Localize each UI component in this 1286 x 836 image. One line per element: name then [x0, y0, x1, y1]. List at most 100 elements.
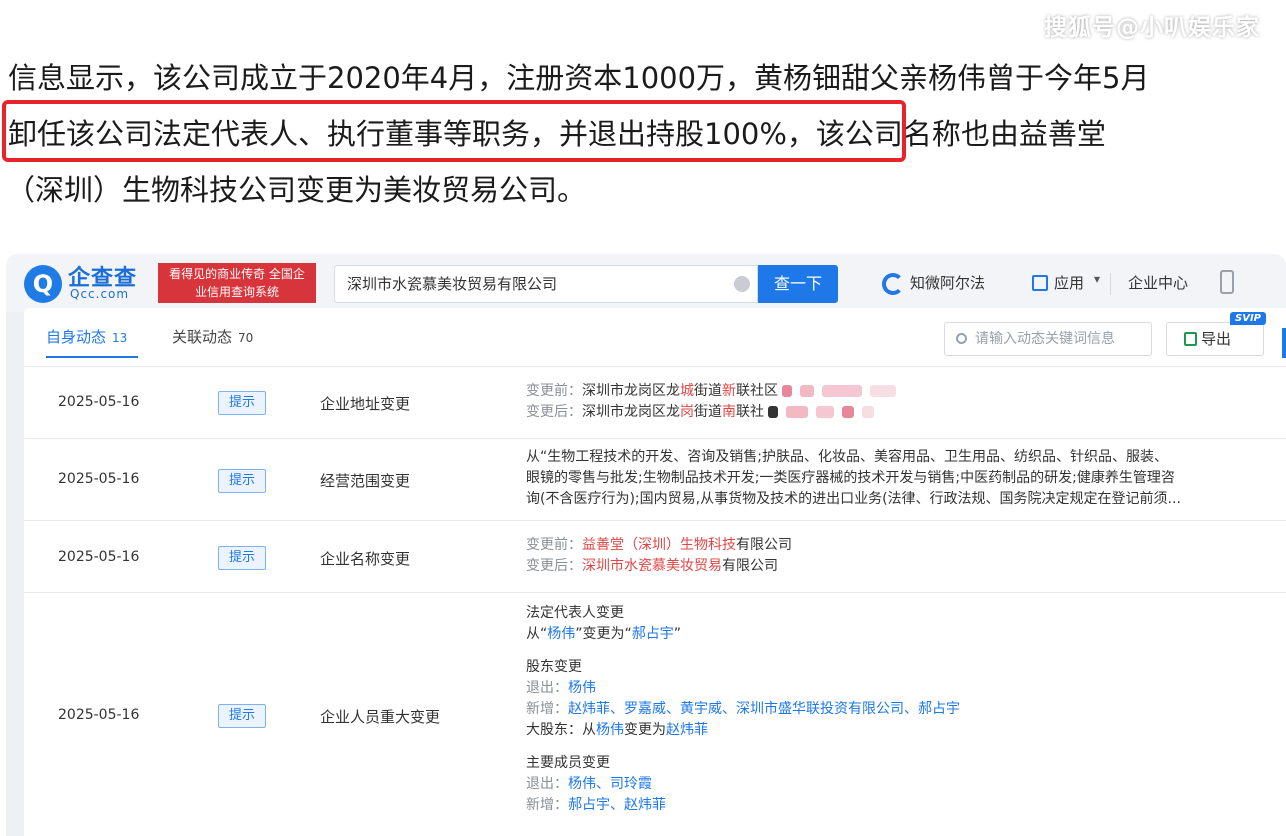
tip-badge[interactable]: 提示	[218, 391, 266, 415]
legal-text: 从“	[526, 626, 548, 642]
blurred-text	[816, 406, 835, 418]
tip-badge[interactable]: 提示	[218, 704, 266, 728]
apps-grid-icon[interactable]	[1032, 275, 1048, 291]
blurred-text	[800, 385, 815, 397]
add-label: 新增：	[526, 797, 568, 813]
scope-line: 询(不含医疗行为);国内贸易,从事货物及技术的进出口业务(法律、行政法规、国务院…	[526, 491, 1181, 507]
legal-rep-title: 法定代表人变更	[526, 605, 624, 621]
logo-domain: Qcc.com	[70, 287, 130, 301]
blurred-text	[870, 385, 897, 397]
scope-line: 从“生物工程技术的开发、咨询及销售;护肤品、化妆品、美容用品、卫生用品、纺织品、…	[526, 449, 1168, 465]
change-type: 企业地址变更	[320, 395, 411, 413]
after-diff: 深圳市水瓷慕美妆贸易	[582, 558, 722, 574]
change-detail: 变更前：深圳市龙岗区龙城街道新联社区 变更后：深圳市龙岗区龙岗街道南联社	[526, 381, 904, 423]
chevron-down-icon[interactable]: ▾	[1094, 272, 1100, 286]
legal-text: ”	[673, 626, 682, 642]
active-tab-indicator	[46, 356, 138, 358]
change-type: 企业人员重大变更	[320, 708, 441, 726]
change-date: 2025-05-16	[58, 471, 140, 487]
person-link[interactable]: 杨伟	[568, 680, 596, 696]
shareholder-title: 股东变更	[526, 659, 582, 675]
blurred-text	[842, 406, 855, 418]
change-date: 2025-05-16	[58, 707, 140, 723]
slogan-banner: 看得见的商业传奇 全国企业信用查询系统	[158, 263, 316, 303]
tip-badge[interactable]: 提示	[218, 469, 266, 493]
change-detail: 从“生物工程技术的开发、咨询及销售;护肤品、化妆品、美容用品、卫生用品、纺织品、…	[526, 447, 1181, 510]
change-date: 2025-05-16	[58, 549, 140, 565]
red-highlight-box	[2, 100, 906, 162]
tab-count: 13	[112, 331, 128, 345]
tab-label: 关联动态	[172, 328, 233, 346]
law-alpha-link[interactable]: 知微阿尔法	[910, 272, 985, 293]
table-row: 2025-05-16 提示 企业地址变更 变更前：深圳市龙岗区龙城街道新联社区 …	[24, 366, 1286, 438]
legal-text: ”变更为“	[575, 626, 632, 642]
apps-menu[interactable]: 应用	[1054, 272, 1084, 293]
before-diff: 新	[722, 383, 736, 399]
before-text: 街道	[694, 383, 722, 399]
top-nav-bar: Q 企查查 Qcc.com 看得见的商业传奇 全国企业信用查询系统 深圳市水瓷慕…	[6, 254, 1286, 312]
person-link[interactable]: 杨伟、司玲霞	[568, 776, 652, 792]
member-title: 主要成员变更	[526, 755, 610, 771]
blurred-text	[822, 385, 863, 397]
change-date: 2025-05-16	[58, 394, 140, 410]
blurred-text	[768, 406, 779, 418]
person-link[interactable]: 赵炜菲、罗嘉威、黄宇威、深圳市盛华联投资有限公司、郝占宇	[568, 701, 960, 717]
person-link[interactable]: 赵炜菲	[666, 722, 708, 738]
tab-related-dynamics[interactable]: 关联动态 70	[172, 326, 253, 347]
watermark: 搜狐号@小叭娱乐家	[1044, 15, 1260, 41]
law-alpha-icon[interactable]	[882, 273, 904, 295]
mobile-app-icon[interactable]	[1220, 270, 1234, 294]
before-label: 变更前：	[526, 383, 582, 399]
qcc-screenshot: Q 企查查 Qcc.com 看得见的商业传奇 全国企业信用查询系统 深圳市水瓷慕…	[6, 254, 1286, 836]
after-text: 街道	[694, 404, 722, 420]
tab-label: 自身动态	[46, 328, 107, 346]
before-label: 变更前：	[526, 537, 582, 553]
qcc-logo-icon[interactable]: Q	[24, 265, 62, 303]
person-link[interactable]: 杨伟	[547, 626, 575, 642]
blurred-text	[862, 406, 875, 418]
nav-divider	[1110, 273, 1111, 295]
before-diff: 益善堂（深圳）生物科技	[582, 537, 736, 553]
keyword-search-input[interactable]: 请输入动态关键词信息	[944, 322, 1152, 356]
search-button[interactable]: 查一下	[758, 265, 838, 303]
before-text: 有限公司	[736, 537, 792, 553]
table-row: 2025-05-16 提示 经营范围变更 从“生物工程技术的开发、咨询及销售;护…	[24, 438, 1286, 520]
article-line-3: （深圳）生物科技公司变更为美妆贸易公司。	[6, 173, 587, 207]
tab-self-dynamics[interactable]: 自身动态 13	[46, 326, 127, 347]
after-diff: 岗	[680, 404, 694, 420]
table-row: 2025-05-16 提示 企业人员重大变更 法定代表人变更 从“杨伟”变更为“…	[24, 592, 1286, 836]
after-text: 有限公司	[722, 558, 778, 574]
dynamics-panel: 自身动态 13 关联动态 70 请输入动态关键词信息 导出 SVIP 2025-05…	[24, 308, 1286, 836]
before-diff: 城	[680, 383, 694, 399]
enterprise-center-link[interactable]: 企业中心	[1128, 272, 1188, 293]
export-icon	[1184, 332, 1197, 346]
svip-badge: SVIP	[1230, 312, 1266, 325]
before-text: 深圳市龙岗区龙	[582, 383, 680, 399]
major-text: 变更为	[624, 722, 666, 738]
tip-badge[interactable]: 提示	[218, 546, 266, 570]
company-search-input[interactable]: 深圳市水瓷慕美妆贸易有限公司	[334, 265, 758, 303]
table-row: 2025-05-16 提示 企业名称变更 变更前：益善堂（深圳）生物科技有限公司…	[24, 520, 1286, 592]
after-diff: 南	[722, 404, 736, 420]
exit-label: 退出：	[526, 680, 568, 696]
blurred-text	[782, 385, 793, 397]
clear-search-icon[interactable]	[734, 276, 750, 292]
change-detail: 变更前：益善堂（深圳）生物科技有限公司 变更后：深圳市水瓷慕美妆贸易有限公司	[526, 535, 792, 577]
article-line-1: 信息显示，该公司成立于2020年4月，注册资本1000万，黄杨钿甜父亲杨伟曾于今…	[8, 61, 1150, 95]
change-type: 企业名称变更	[320, 550, 411, 568]
after-text: 深圳市龙岗区龙	[582, 404, 680, 420]
before-text: 联社区	[736, 383, 778, 399]
major-label: 大股东：	[526, 722, 582, 738]
add-label: 新增：	[526, 701, 568, 717]
person-link[interactable]: 郝占宇	[632, 626, 674, 642]
panel-edge-accent	[1282, 328, 1286, 358]
tab-count: 70	[238, 331, 254, 345]
after-label: 变更后：	[526, 558, 582, 574]
change-detail: 法定代表人变更 从“杨伟”变更为“郝占宇” 股东变更 退出：杨伟 新增：赵炜菲、…	[526, 603, 960, 816]
after-text: 联社	[736, 404, 764, 420]
person-link[interactable]: 杨伟	[596, 722, 624, 738]
export-button[interactable]: 导出	[1166, 322, 1264, 356]
person-link[interactable]: 郝占宇、赵炜菲	[568, 797, 666, 813]
